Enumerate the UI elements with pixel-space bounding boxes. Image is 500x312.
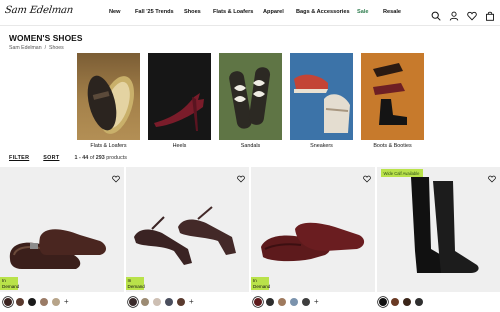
category-flats-loafers[interactable]: Flats & Loafers	[77, 53, 140, 149]
product-image	[410, 177, 479, 273]
wishlist-heart-icon[interactable]	[362, 170, 371, 183]
color-swatch[interactable]	[266, 298, 274, 306]
color-swatch[interactable]	[391, 298, 399, 306]
color-swatch[interactable]	[153, 298, 161, 306]
color-swatch[interactable]	[278, 298, 286, 306]
wishlist-heart-icon[interactable]	[237, 170, 245, 183]
color-swatch[interactable]	[177, 298, 185, 306]
product-range: 1 - 44	[74, 155, 89, 161]
page-title: WOMEN'S SHOES	[9, 33, 83, 43]
product-image	[133, 206, 236, 265]
color-swatch[interactable]	[141, 298, 149, 306]
color-swatch[interactable]	[28, 298, 36, 306]
color-swatches: +	[129, 298, 194, 306]
color-swatch[interactable]	[165, 298, 173, 306]
nav-resale[interactable]: Resale	[383, 9, 401, 15]
category-sandals[interactable]: Sandals	[219, 53, 282, 149]
color-swatch[interactable]	[4, 298, 12, 306]
product-card[interactable]: In Demand	[0, 167, 124, 292]
filter-bar: FILTER SORT 1 - 44 of 293 products	[9, 155, 127, 161]
color-swatches: +	[254, 298, 319, 306]
category-image	[77, 53, 140, 140]
color-swatch[interactable]	[129, 298, 137, 306]
wide-calf-badge: Wide Calf Available	[380, 169, 423, 177]
product-card[interactable]: In Demand	[251, 167, 375, 292]
category-image	[148, 53, 211, 140]
in-demand-badge: In Demand	[251, 277, 271, 290]
breadcrumb: Sam Edelman / Shoes	[9, 45, 64, 51]
bag-icon[interactable]	[485, 8, 495, 21]
category-label: Heels	[172, 143, 187, 149]
product-card[interactable]: Wide Calf Available	[376, 167, 500, 292]
breadcrumb-separator: /	[44, 45, 47, 51]
product-image	[9, 229, 106, 269]
color-swatch[interactable]	[16, 298, 24, 306]
search-icon[interactable]	[431, 8, 441, 21]
nav-apparel[interactable]: Apparel	[263, 9, 284, 15]
product-of: of	[89, 155, 95, 161]
in-demand-badge: In Demand	[125, 277, 145, 290]
more-colors-button[interactable]: +	[314, 298, 319, 306]
wishlist-icon[interactable]	[467, 8, 477, 21]
in-demand-badge: In Demand	[0, 277, 20, 290]
header-icons	[431, 8, 495, 21]
category-label: Flats & Loafers	[90, 143, 127, 149]
color-swatch[interactable]	[415, 298, 423, 306]
category-heels[interactable]: Heels	[148, 53, 211, 149]
color-swatch[interactable]	[52, 298, 60, 306]
brand-logo[interactable]: Sam Edelman	[4, 5, 74, 16]
color-swatch[interactable]	[302, 298, 310, 306]
category-tiles: Flats & Loafers Heels Sandals Sneakers B…	[77, 53, 424, 149]
color-swatch[interactable]	[379, 298, 387, 306]
nav-sale[interactable]: Sale	[357, 9, 369, 15]
breadcrumb-current: Shoes	[49, 45, 64, 51]
more-colors-button[interactable]: +	[189, 298, 194, 306]
nav-fall-trends[interactable]: Fall '25 Trends	[135, 9, 174, 15]
wishlist-heart-icon[interactable]	[111, 170, 120, 183]
category-label: Sandals	[240, 143, 261, 149]
breadcrumb-home[interactable]: Sam Edelman	[9, 45, 42, 51]
product-count: 1 - 44 of 293 products	[74, 155, 126, 161]
site-header: Sam Edelman New Fall '25 Trends Shoes Fl…	[0, 0, 500, 26]
color-swatch[interactable]	[254, 298, 262, 306]
category-boots-booties[interactable]: Boots & Booties	[361, 53, 424, 149]
nav-new[interactable]: New	[109, 9, 121, 15]
sort-button[interactable]: SORT	[43, 155, 59, 161]
wishlist-heart-icon[interactable]	[488, 170, 496, 183]
color-swatch[interactable]	[290, 298, 298, 306]
account-icon[interactable]	[449, 8, 459, 21]
color-swatch[interactable]	[403, 298, 411, 306]
category-label: Sneakers	[310, 143, 333, 149]
nav-shoes[interactable]: Shoes	[184, 9, 201, 15]
category-image	[219, 53, 282, 140]
product-grid: In Demand In Demand In Demand Wide Calf …	[0, 167, 500, 292]
product-image	[261, 222, 365, 262]
color-swatch[interactable]	[40, 298, 48, 306]
nav-bags-accessories[interactable]: Bags & Accessories	[296, 9, 350, 15]
category-sneakers[interactable]: Sneakers	[290, 53, 353, 149]
color-swatches: +	[4, 298, 69, 306]
product-products: products	[106, 155, 127, 161]
product-total: 293	[95, 155, 105, 161]
more-colors-button[interactable]: +	[64, 298, 69, 306]
category-image	[290, 53, 353, 140]
product-card[interactable]: In Demand	[125, 167, 249, 292]
filter-button[interactable]: FILTER	[9, 155, 29, 161]
nav-flats-loafers[interactable]: Flats & Loafers	[213, 9, 253, 15]
category-label: Boots & Booties	[373, 143, 412, 149]
category-image	[361, 53, 424, 140]
color-swatches	[379, 298, 423, 306]
